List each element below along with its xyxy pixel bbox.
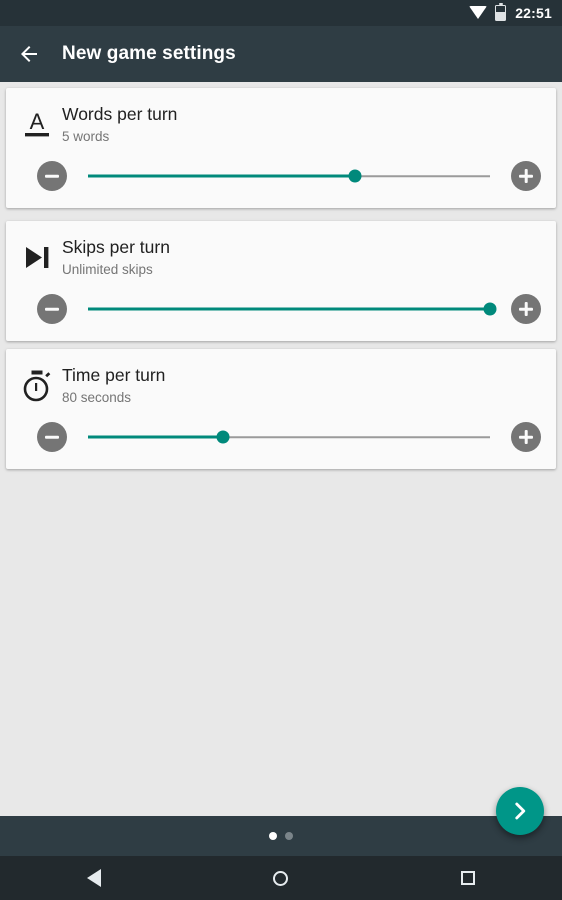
plus-icon-v bbox=[524, 430, 528, 444]
increment-button[interactable] bbox=[511, 161, 541, 191]
time-per-turn-slider[interactable] bbox=[88, 422, 490, 452]
setting-card-skips-per-turn: Skips per turn Unlimited skips bbox=[6, 221, 556, 341]
words-per-turn-slider[interactable] bbox=[88, 161, 490, 191]
status-bar: 22:51 bbox=[0, 0, 562, 26]
stopwatch-icon bbox=[6, 363, 62, 409]
nav-recents-icon[interactable] bbox=[375, 856, 562, 900]
minus-icon bbox=[45, 174, 59, 178]
page-title: New game settings bbox=[62, 43, 236, 64]
settings-list: A Words per turn 5 words Skips per turn … bbox=[0, 82, 562, 816]
minus-icon bbox=[45, 435, 59, 439]
slider-row bbox=[6, 281, 556, 337]
card-text-block: Words per turn 5 words bbox=[62, 102, 177, 147]
font-size-icon: A bbox=[6, 102, 62, 148]
android-nav-bar bbox=[0, 856, 562, 900]
card-header: Time per turn 80 seconds bbox=[6, 349, 556, 409]
minus-icon bbox=[45, 307, 59, 311]
setting-title: Skips per turn bbox=[62, 237, 170, 257]
chevron-right-icon bbox=[515, 802, 526, 820]
slider-thumb[interactable] bbox=[348, 169, 362, 183]
decrement-button[interactable] bbox=[37, 294, 67, 324]
nav-back-icon[interactable] bbox=[0, 856, 187, 900]
slider-row bbox=[6, 409, 556, 465]
next-fab-button[interactable] bbox=[496, 787, 544, 835]
card-text-block: Skips per turn Unlimited skips bbox=[62, 235, 170, 280]
plus-icon-v bbox=[524, 169, 528, 183]
skip-next-icon bbox=[6, 235, 62, 281]
slider-fill bbox=[88, 307, 490, 311]
increment-button[interactable] bbox=[511, 422, 541, 452]
nav-home-icon[interactable] bbox=[187, 856, 374, 900]
page-dot-1[interactable] bbox=[269, 832, 277, 840]
slider-row bbox=[6, 148, 556, 204]
decrement-button[interactable] bbox=[37, 422, 67, 452]
setting-value: Unlimited skips bbox=[62, 262, 153, 277]
card-text-block: Time per turn 80 seconds bbox=[62, 363, 165, 408]
setting-title: Words per turn bbox=[62, 104, 178, 124]
plus-icon-v bbox=[524, 302, 528, 316]
setting-value: 80 seconds bbox=[62, 390, 132, 405]
app-bar: New game settings bbox=[0, 26, 562, 82]
slider-fill bbox=[88, 435, 223, 439]
card-header: A Words per turn 5 words bbox=[6, 88, 556, 148]
status-bar-clock: 22:51 bbox=[515, 5, 552, 21]
slider-thumb[interactable] bbox=[216, 430, 230, 444]
setting-card-words-per-turn: A Words per turn 5 words bbox=[6, 88, 556, 208]
arrow-back-icon[interactable] bbox=[9, 34, 49, 74]
page-dot-2[interactable] bbox=[285, 832, 293, 840]
setting-value: 5 words bbox=[62, 129, 110, 144]
card-header: Skips per turn Unlimited skips bbox=[6, 221, 556, 281]
increment-button[interactable] bbox=[511, 294, 541, 324]
battery-icon bbox=[495, 5, 507, 21]
page-indicator-bar bbox=[0, 816, 562, 856]
wifi-icon bbox=[469, 6, 488, 19]
setting-card-time-per-turn: Time per turn 80 seconds bbox=[6, 349, 556, 469]
slider-thumb[interactable] bbox=[483, 302, 497, 316]
skips-per-turn-slider[interactable] bbox=[88, 294, 497, 324]
decrement-button[interactable] bbox=[37, 161, 67, 191]
setting-title: Time per turn bbox=[62, 365, 166, 385]
svg-text:A: A bbox=[30, 109, 45, 134]
slider-fill bbox=[88, 174, 356, 178]
